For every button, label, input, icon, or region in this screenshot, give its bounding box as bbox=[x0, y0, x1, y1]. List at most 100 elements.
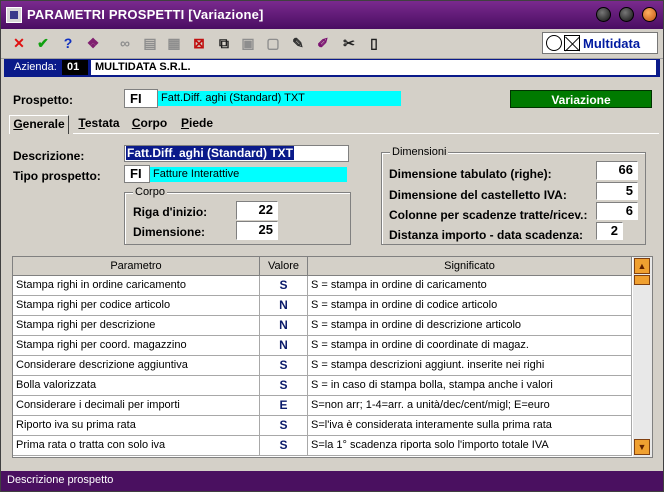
maximize-button[interactable] bbox=[619, 7, 634, 22]
close-window-button[interactable] bbox=[642, 7, 657, 22]
cell-significato: S = stampa in ordine di codice articolo bbox=[308, 296, 632, 316]
logo-circle-icon bbox=[546, 35, 562, 51]
table-row[interactable]: Considerare i decimali per importi E S=non… bbox=[13, 396, 632, 416]
cell-valore[interactable]: S bbox=[260, 356, 308, 376]
cell-parametro: Considerare i decimali per importi bbox=[13, 396, 260, 416]
table-row[interactable]: Considerare descrizione aggiuntiva S S = s… bbox=[13, 356, 632, 376]
grid-scrollbar[interactable]: ▲ ▼ bbox=[633, 257, 652, 457]
tipo-prospetto-label: Tipo prospetto: bbox=[13, 169, 101, 183]
dimensione-corpo-label: Dimensione: bbox=[133, 225, 206, 239]
window-title: PARAMETRI PROSPETTI [Variazione] bbox=[27, 7, 264, 22]
cell-significato: S=la 1° scadenza riporta solo l'importo … bbox=[308, 436, 632, 456]
cell-valore[interactable]: S bbox=[260, 376, 308, 396]
minimize-button[interactable] bbox=[596, 7, 611, 22]
delete-record-icon[interactable]: ⊠ bbox=[190, 34, 208, 52]
logo-text: Multidata bbox=[583, 36, 641, 51]
mode-variazione-button[interactable]: Variazione bbox=[510, 90, 652, 108]
cell-valore[interactable]: N bbox=[260, 296, 308, 316]
tab-testata[interactable]: Testata bbox=[73, 115, 125, 134]
table-row[interactable]: Stampa righi per coord. magazzino N S = st… bbox=[13, 336, 632, 356]
table-row[interactable]: Stampa righi per codice articolo N S = sta… bbox=[13, 296, 632, 316]
cell-parametro: Prima rata o tratta con solo iva bbox=[13, 436, 260, 456]
cell-parametro: Stampa righi per coord. magazzino bbox=[13, 336, 260, 356]
dimensione-tabulato-label: Dimensione tabulato (righe): bbox=[389, 167, 552, 181]
cell-significato: S = stampa descrizioni aggiunt. inserite… bbox=[308, 356, 632, 376]
prospetto-description: Fatt.Diff. aghi (Standard) TXT bbox=[158, 91, 401, 106]
header-valore[interactable]: Valore bbox=[260, 257, 308, 276]
azienda-name: MULTIDATA S.R.L. bbox=[91, 60, 656, 75]
cell-valore[interactable]: S bbox=[260, 416, 308, 436]
cell-valore[interactable]: N bbox=[260, 316, 308, 336]
prospetto-code-field[interactable]: FI bbox=[124, 89, 158, 108]
dimensione-tabulato-input[interactable]: 66 bbox=[596, 161, 638, 180]
blank-page-icon[interactable]: ▢ bbox=[264, 34, 282, 52]
binoculars-icon[interactable]: ∞ bbox=[116, 34, 134, 52]
edit-note-icon[interactable]: ✐ bbox=[314, 34, 332, 52]
grid-header: Parametro Valore Significato bbox=[13, 257, 632, 276]
table-row[interactable]: Stampa righi per descrizione N S = stampa … bbox=[13, 316, 632, 336]
tab-corpo[interactable]: Corpo bbox=[128, 115, 171, 134]
status-bar: Descrizione prospetto bbox=[1, 471, 663, 491]
cell-parametro: Riporto iva su prima rata bbox=[13, 416, 260, 436]
cell-parametro: Considerare descrizione aggiuntiva bbox=[13, 356, 260, 376]
tipo-prospetto-code-field[interactable]: FI bbox=[124, 165, 150, 183]
close-icon[interactable]: ✕ bbox=[10, 34, 28, 52]
scroll-thumb[interactable] bbox=[634, 275, 650, 285]
dimensione-corpo-input[interactable]: 25 bbox=[236, 221, 278, 240]
descrizione-selected-text: Fatt.Diff. aghi (Standard) TXT bbox=[126, 146, 294, 160]
castelletto-iva-input[interactable]: 5 bbox=[596, 182, 638, 200]
tab-piede[interactable]: Piede bbox=[175, 115, 219, 134]
cell-valore[interactable]: S bbox=[260, 276, 308, 296]
corpo-legend: Corpo bbox=[133, 186, 167, 198]
main-window: PARAMETRI PROSPETTI [Variazione] ✕ ✔ ? ❖… bbox=[0, 0, 664, 492]
book-icon[interactable]: ❖ bbox=[84, 34, 102, 52]
riga-inizio-input[interactable]: 22 bbox=[236, 201, 278, 220]
cell-valore[interactable]: E bbox=[260, 396, 308, 416]
help-icon[interactable]: ? bbox=[59, 34, 77, 52]
toolbar: ✕ ✔ ? ❖ ∞ ▤ ▦ ⊠ ⧉ ▣ ▢ ✎ ✐ ✂ ▯ Multidata bbox=[1, 29, 663, 59]
scroll-up-icon[interactable]: ▲ bbox=[634, 258, 650, 274]
cell-significato: S = stampa in ordine di descrizione arti… bbox=[308, 316, 632, 336]
header-significato[interactable]: Significato bbox=[308, 257, 632, 276]
paste-icon[interactable]: ▣ bbox=[239, 34, 257, 52]
document-icon[interactable]: ▯ bbox=[365, 34, 383, 52]
cell-valore[interactable]: S bbox=[260, 436, 308, 456]
cell-valore[interactable]: N bbox=[260, 336, 308, 356]
prospetto-label: Prospetto: bbox=[13, 93, 73, 107]
logo-cross-box-icon bbox=[564, 35, 580, 51]
descrizione-input[interactable]: Fatt.Diff. aghi (Standard) TXT bbox=[124, 145, 349, 162]
cell-parametro: Bolla valorizzata bbox=[13, 376, 260, 396]
cell-significato: S = stampa in ordine di coordinate di ma… bbox=[308, 336, 632, 356]
edit-record-icon[interactable]: ▦ bbox=[165, 34, 183, 52]
tools-icon[interactable]: ✂ bbox=[340, 34, 358, 52]
azienda-bar: Azienda: 01 MULTIDATA S.R.L. bbox=[4, 59, 660, 77]
cell-significato: S = stampa in ordine di caricamento bbox=[308, 276, 632, 296]
scroll-down-icon[interactable]: ▼ bbox=[634, 439, 650, 455]
check-icon[interactable]: ✔ bbox=[34, 34, 52, 52]
dimensioni-legend: Dimensioni bbox=[390, 146, 449, 158]
distanza-importo-input[interactable]: 2 bbox=[596, 222, 623, 240]
cell-significato: S=l'iva è considerata interamente sulla … bbox=[308, 416, 632, 436]
app-icon[interactable] bbox=[6, 7, 22, 23]
cell-significato: S=non arr; 1-4=arr. a unità/dec/cent/mig… bbox=[308, 396, 632, 416]
riga-inizio-label: Riga d'inizio: bbox=[133, 205, 208, 219]
colonne-scadenze-label: Colonne per scadenze tratte/ricev.: bbox=[389, 208, 588, 222]
tipo-prospetto-description: Fatture Interattive bbox=[150, 167, 347, 182]
cell-parametro: Stampa righi per codice articolo bbox=[13, 296, 260, 316]
table-row[interactable]: Prima rata o tratta con solo iva S S=la 1°… bbox=[13, 436, 632, 456]
table-row[interactable]: Riporto iva su prima rata S S=l'iva è cons… bbox=[13, 416, 632, 436]
title-bar[interactable]: PARAMETRI PROSPETTI [Variazione] bbox=[1, 1, 663, 29]
table-row[interactable]: Stampa righi in ordine caricamento S S = s… bbox=[13, 276, 632, 296]
tab-divider bbox=[73, 133, 659, 134]
colonne-scadenze-input[interactable]: 6 bbox=[596, 202, 638, 220]
distanza-importo-label: Distanza importo - data scadenza: bbox=[389, 228, 584, 242]
tab-generale[interactable]: Generale bbox=[9, 115, 69, 134]
copy-icon[interactable]: ⧉ bbox=[215, 34, 233, 52]
note-icon[interactable]: ✎ bbox=[289, 34, 307, 52]
cell-parametro: Stampa righi in ordine caricamento bbox=[13, 276, 260, 296]
multidata-logo: Multidata bbox=[542, 32, 658, 54]
table-row[interactable]: Bolla valorizzata S S = in caso di stampa … bbox=[13, 376, 632, 396]
new-record-icon[interactable]: ▤ bbox=[141, 34, 159, 52]
header-parametro[interactable]: Parametro bbox=[13, 257, 260, 276]
descrizione-label: Descrizione: bbox=[13, 149, 85, 163]
